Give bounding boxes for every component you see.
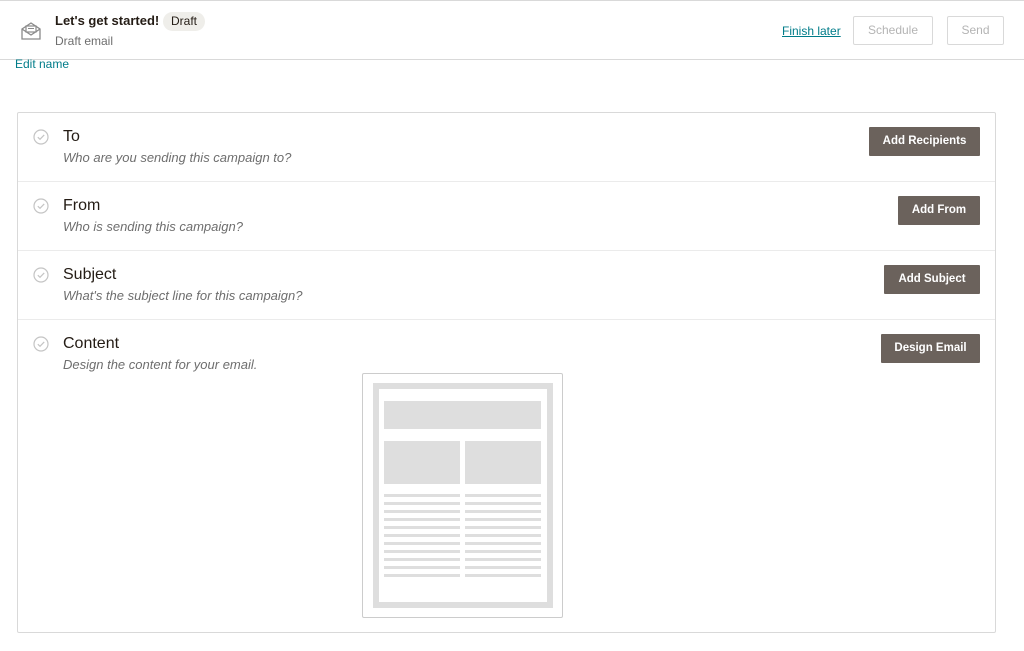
check-circle-icon: [33, 336, 49, 352]
checklist-item-title: Subject: [63, 266, 117, 283]
campaign-header: Let's get started! Draft Draft email Fin…: [0, 0, 1024, 60]
add-from-button[interactable]: Add From: [898, 196, 980, 225]
add-subject-button[interactable]: Add Subject: [884, 265, 980, 294]
checklist-item-description: Design the content for your email.: [63, 357, 258, 372]
envelope-icon: [20, 20, 42, 42]
check-circle-icon: [33, 267, 49, 283]
campaign-type-label: Draft email: [55, 34, 114, 48]
send-button[interactable]: Send: [947, 16, 1004, 45]
email-template-preview[interactable]: [362, 373, 563, 618]
checklist-item-description: Who is sending this campaign?: [63, 219, 243, 234]
checklist-item-description: Who are you sending this campaign to?: [63, 150, 292, 165]
checklist-item-description: What's the subject line for this campaig…: [63, 288, 303, 303]
checklist-item-title: To: [63, 128, 80, 145]
checklist-item-subject: Subject What's the subject line for this…: [18, 251, 995, 320]
campaign-title: Let's get started!: [55, 13, 160, 28]
template-thumbnail: [373, 383, 553, 608]
edit-name-link[interactable]: Edit name: [15, 57, 69, 71]
design-email-button[interactable]: Design Email: [881, 334, 980, 363]
status-badge: Draft: [163, 12, 206, 31]
checklist-item-title: Content: [63, 335, 120, 352]
add-recipients-button[interactable]: Add Recipients: [869, 127, 980, 156]
check-circle-icon: [33, 129, 49, 145]
schedule-button[interactable]: Schedule: [853, 16, 933, 45]
finish-later-link[interactable]: Finish later: [782, 24, 841, 38]
checklist-item-title: From: [63, 197, 101, 214]
campaign-checklist: To Who are you sending this campaign to?…: [17, 112, 996, 633]
checklist-item-to: To Who are you sending this campaign to?…: [18, 113, 995, 182]
check-circle-icon: [33, 198, 49, 214]
checklist-item-from: From Who is sending this campaign? Add F…: [18, 182, 995, 251]
